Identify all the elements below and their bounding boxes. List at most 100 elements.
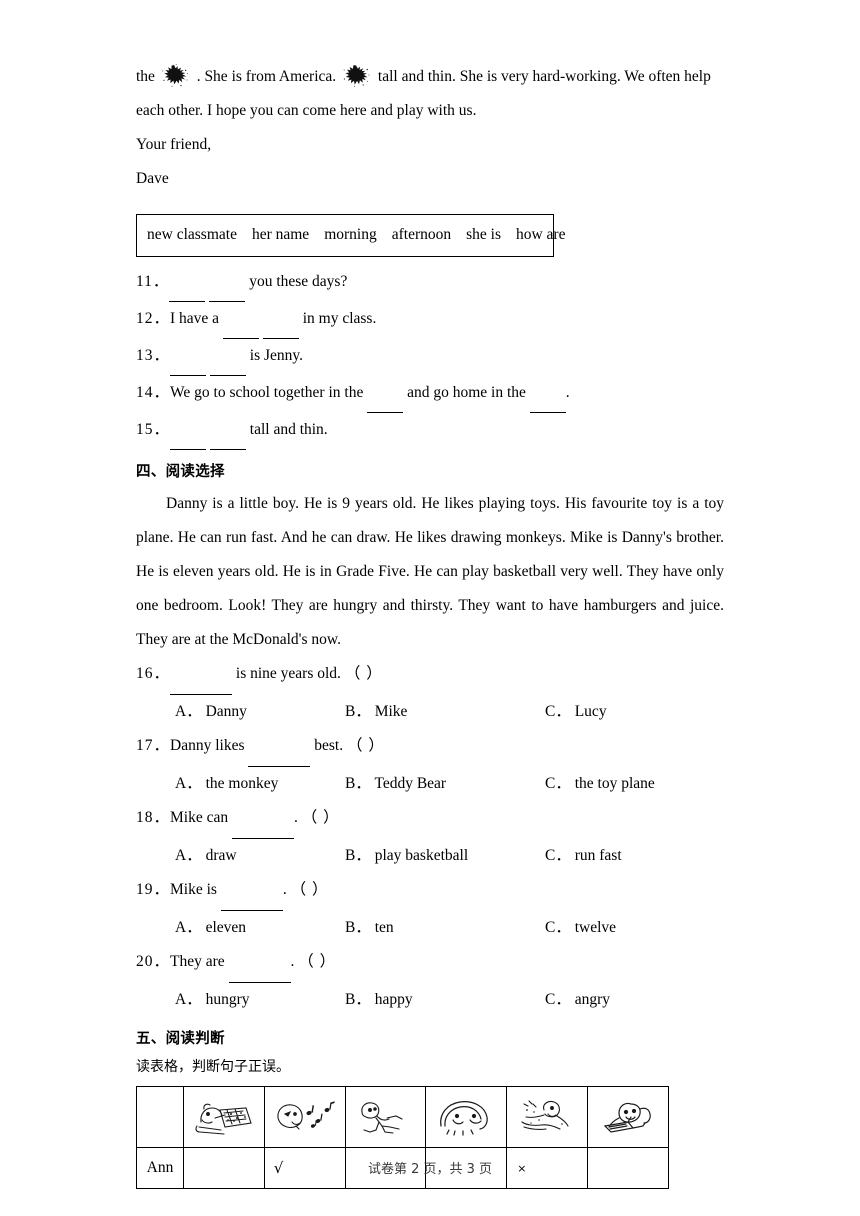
letter-paragraph-line2: each other. I hope you can come here and… (136, 102, 477, 119)
letter-line1-after-blot: tall and thin. She is very hard-working.… (377, 68, 711, 85)
answer-blank[interactable] (170, 660, 233, 695)
mc-option[interactable]: C． angry (545, 983, 610, 1017)
fill-in-questions: 11． you these days? 12．I have a in my cla… (136, 265, 724, 450)
drawing-picture-cell (183, 1086, 265, 1148)
fill-question: 13． is Jenny. (136, 339, 724, 376)
letter-paragraph: the . She is from America. tall and thin… (136, 60, 724, 94)
question-text: and go home in the (403, 384, 530, 401)
letter-line1-before-blot: the (136, 68, 155, 85)
question-text: is Jenny. (245, 347, 304, 364)
word-bank-item: morning (324, 226, 377, 243)
reading-picture-icon (603, 1102, 651, 1133)
word-bank-item: afternoon (391, 226, 452, 243)
letter-signature: Dave (136, 170, 169, 187)
mc-option-text: angry (570, 991, 611, 1008)
mc-option-text: ten (370, 919, 394, 936)
mc-option[interactable]: B． Teddy Bear (345, 767, 446, 801)
reading-picture-cell (586, 1086, 669, 1148)
mc-option-text: run fast (570, 847, 622, 864)
mc-option[interactable]: B． happy (345, 983, 413, 1017)
question-text: . (565, 384, 570, 401)
answer-parenthesis[interactable]: （ ） (345, 665, 383, 682)
question-text: They are (170, 953, 229, 970)
mc-option-row: A． Danny B． Mike C． Lucy (136, 695, 724, 729)
answer-parenthesis[interactable]: （ ） (302, 809, 340, 826)
mc-option-text: Mike (370, 703, 408, 720)
mc-option-key: A． (175, 847, 202, 864)
answer-blank[interactable] (232, 804, 294, 839)
mc-option-key: A． (175, 991, 202, 1008)
answer-blank[interactable] (367, 379, 404, 413)
question-text: Mike is (170, 881, 221, 898)
mc-option-key: A． (175, 775, 202, 792)
mc-option[interactable]: C． twelve (545, 911, 616, 945)
mc-option[interactable]: A． Danny (175, 695, 247, 729)
answer-parenthesis[interactable]: （ ） (347, 737, 385, 754)
answer-blank[interactable] (170, 416, 207, 450)
mc-option-text: the monkey (201, 775, 279, 792)
mc-option-text: Danny (201, 703, 247, 720)
mc-option-row: A． hungry B． happy C． angry (136, 983, 724, 1017)
answer-blank[interactable] (220, 876, 283, 911)
mc-question-stem: 20．They are . （ ） (136, 945, 724, 983)
answer-parenthesis[interactable]: （ ） (291, 881, 329, 898)
question-number: 14． (136, 384, 171, 401)
mc-option-key: B． (345, 775, 371, 792)
answer-blank[interactable] (228, 948, 291, 983)
answer-blank[interactable] (209, 342, 246, 376)
mc-option[interactable]: B． play basketball (345, 839, 468, 873)
answer-blank[interactable] (209, 416, 246, 450)
mc-question-stem: 16． is nine years old. （ ） (136, 657, 724, 695)
mc-option-text: Teddy Bear (370, 775, 447, 792)
mc-option-key: A． (175, 703, 202, 720)
mc-option[interactable]: B． ten (345, 911, 394, 945)
letter-line1-middle: . She is from America. (196, 68, 337, 85)
answer-blank[interactable] (170, 342, 207, 376)
mc-option-key: B． (345, 847, 371, 864)
answer-blank[interactable] (248, 732, 311, 767)
question-number: 20． (136, 953, 171, 970)
mc-option-text: happy (370, 991, 413, 1008)
answer-parenthesis[interactable]: （ ） (298, 953, 336, 970)
mc-option[interactable]: A． eleven (175, 911, 246, 945)
swimming-picture-icon (521, 1100, 569, 1130)
table-header-row (136, 1086, 669, 1148)
answer-blank[interactable] (209, 268, 246, 302)
mc-option[interactable]: C． run fast (545, 839, 622, 873)
jumping-picture-cell (425, 1086, 508, 1148)
answer-blank[interactable] (262, 305, 299, 339)
question-number: 17． (136, 737, 171, 754)
word-bank-item: new classmate (147, 226, 237, 243)
section-five-instruction: 读表格，判断句子正误。 (136, 1059, 290, 1075)
running-picture-icon (361, 1102, 404, 1134)
mc-option-row: A． the monkey B． Teddy Bear C． the toy pla… (136, 767, 724, 801)
mc-option[interactable]: A． hungry (175, 983, 250, 1017)
section-heading-five: 五、阅读判断 (136, 1031, 225, 1047)
page-content: the . She is from America. tall and thin… (136, 60, 724, 1189)
mc-option-key: C． (545, 919, 571, 936)
mc-option-text: play basketball (370, 847, 469, 864)
mc-option-key: C． (545, 847, 571, 864)
swimming-picture-cell (506, 1086, 588, 1148)
question-number: 15． (136, 421, 171, 438)
mc-question-stem: 18．Mike can . （ ） (136, 801, 724, 839)
mc-option[interactable]: A． the monkey (175, 767, 278, 801)
mc-option[interactable]: B． Mike (345, 695, 407, 729)
question-number: 18． (136, 809, 171, 826)
question-text: Danny likes (170, 737, 249, 754)
exam-page: the . She is from America. tall and thin… (0, 0, 860, 1216)
answer-blank[interactable] (169, 268, 206, 302)
mc-option[interactable]: C． Lucy (545, 695, 607, 729)
mc-option-key: C． (545, 991, 571, 1008)
mc-option[interactable]: A． draw (175, 839, 237, 873)
question-number: 16． (136, 665, 171, 682)
singing-picture-cell (263, 1086, 346, 1148)
jumping-picture-icon (440, 1101, 489, 1136)
mc-question-stem: 19．Mike is . （ ） (136, 873, 724, 911)
multiple-choice-questions: 16． is nine years old. （ ） A． Danny B． Mik… (136, 657, 724, 1017)
answer-blank[interactable] (222, 305, 259, 339)
ink-blot-icon-1 (161, 64, 191, 88)
table-corner-cell (136, 1086, 184, 1148)
mc-option[interactable]: C． the toy plane (545, 767, 655, 801)
answer-blank[interactable] (529, 379, 566, 413)
